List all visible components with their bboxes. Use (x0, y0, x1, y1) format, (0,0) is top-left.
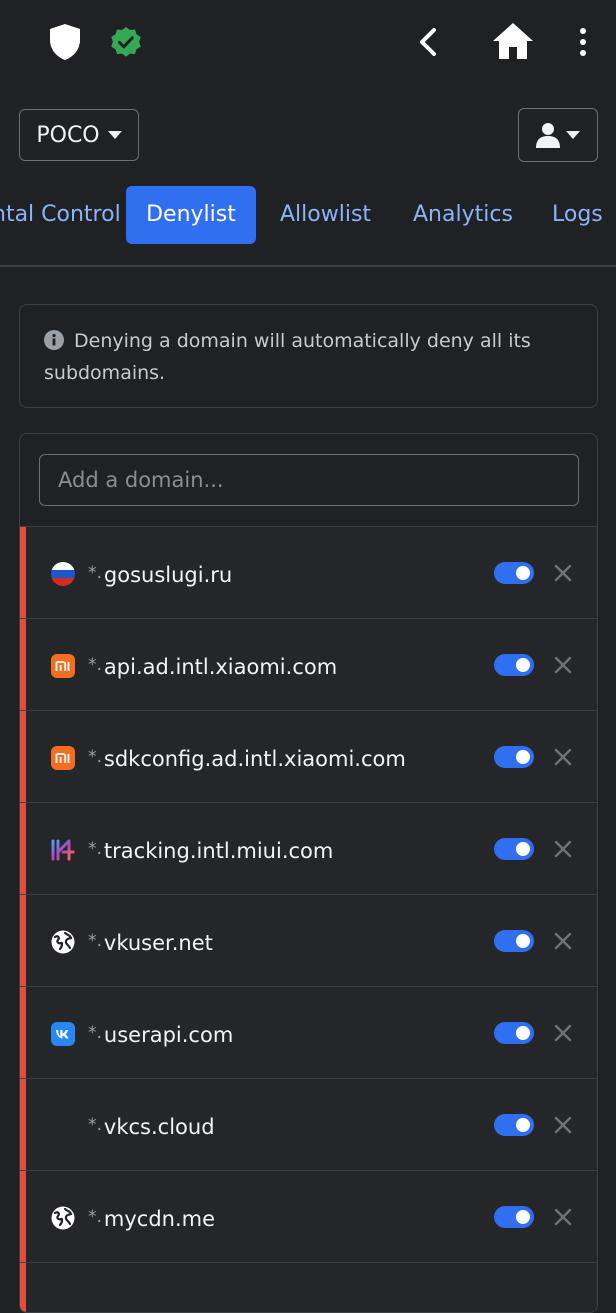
deny-indicator (20, 987, 26, 1078)
domain-name: *.mycdn.me (88, 1207, 216, 1231)
user-menu-button[interactable] (518, 108, 598, 162)
list-item: *.api.ad.intl.xiaomi.com (20, 618, 597, 710)
domain-name: *.userapi.com (88, 1023, 234, 1047)
deny-indicator (20, 1171, 26, 1262)
list-item: *.vkcs.cloud (20, 1078, 597, 1170)
list-item (20, 1262, 597, 1312)
info-icon (44, 330, 64, 350)
tab-parental-control[interactable]: ntal Control (0, 186, 121, 244)
chevron-down-icon (566, 131, 580, 139)
enable-toggle[interactable] (494, 746, 534, 768)
deny-indicator (20, 527, 26, 618)
domain-name: *.api.ad.intl.xiaomi.com (88, 655, 338, 679)
deny-indicator (20, 803, 26, 894)
remove-icon[interactable] (553, 655, 573, 675)
remove-icon[interactable] (553, 563, 573, 583)
domain-name: *.vkuser.net (88, 931, 213, 955)
enable-toggle[interactable] (494, 838, 534, 860)
deny-indicator (20, 1079, 26, 1170)
list-item: *.mycdn.me (20, 1170, 597, 1262)
add-domain-input[interactable] (39, 454, 579, 506)
shield-icon[interactable] (48, 23, 82, 61)
top-bar (0, 0, 616, 84)
tab-analytics[interactable]: Analytics (413, 186, 513, 244)
remove-icon[interactable] (553, 1207, 573, 1227)
miui-logo-icon (51, 839, 75, 861)
list-item: *.vkuser.net (20, 894, 597, 986)
globe-icon (51, 930, 75, 954)
profile-selector-button[interactable]: POCO (19, 109, 139, 161)
deny-indicator (20, 1263, 26, 1312)
chevron-down-icon (107, 131, 122, 139)
tab-logs[interactable]: Logs (552, 186, 603, 244)
info-notice: Denying a domain will automatically deny… (19, 304, 598, 408)
domain-name: *.tracking.intl.miui.com (88, 839, 334, 863)
remove-icon[interactable] (553, 931, 573, 951)
vk-logo-icon (51, 1022, 75, 1046)
enable-toggle[interactable] (494, 930, 534, 952)
verified-badge-icon (111, 27, 141, 57)
list-item: *.tracking.intl.miui.com (20, 802, 597, 894)
enable-toggle[interactable] (494, 562, 534, 584)
home-icon[interactable] (491, 21, 535, 61)
enable-toggle[interactable] (494, 654, 534, 676)
list-item: *.sdkconfig.ad.intl.xiaomi.com (20, 710, 597, 802)
deny-indicator (20, 895, 26, 986)
remove-icon[interactable] (553, 1023, 573, 1043)
xiaomi-logo-icon (51, 746, 75, 770)
denylist-card: *.gosuslugi.ru *.api.ad.intl.xiaomi.com … (19, 433, 598, 1313)
remove-icon[interactable] (553, 839, 573, 859)
more-vertical-icon[interactable] (573, 26, 593, 58)
russia-flag-icon (51, 562, 75, 586)
divider (0, 265, 616, 267)
list-item: *.userapi.com (20, 986, 597, 1078)
domain-name: *.gosuslugi.ru (88, 563, 233, 587)
user-icon (536, 123, 560, 148)
enable-toggle[interactable] (494, 1206, 534, 1228)
list-item: *.gosuslugi.ru (20, 526, 597, 618)
globe-icon (51, 1206, 75, 1230)
remove-icon[interactable] (553, 1115, 573, 1135)
tab-allowlist[interactable]: Allowlist (280, 186, 371, 244)
deny-indicator (20, 619, 26, 710)
remove-icon[interactable] (553, 747, 573, 767)
tab-bar: ntal Control Denylist Allowlist Analytic… (0, 186, 616, 246)
xiaomi-logo-icon (51, 654, 75, 678)
enable-toggle[interactable] (494, 1022, 534, 1044)
domain-name: *.vkcs.cloud (88, 1115, 215, 1139)
back-chevron-icon[interactable] (414, 26, 444, 58)
deny-indicator (20, 711, 26, 802)
tab-denylist[interactable]: Denylist (126, 186, 256, 244)
enable-toggle[interactable] (494, 1114, 534, 1136)
notice-text: Denying a domain will automatically deny… (44, 330, 531, 384)
domain-name: *.sdkconfig.ad.intl.xiaomi.com (88, 747, 406, 771)
profile-label: POCO (36, 122, 100, 148)
